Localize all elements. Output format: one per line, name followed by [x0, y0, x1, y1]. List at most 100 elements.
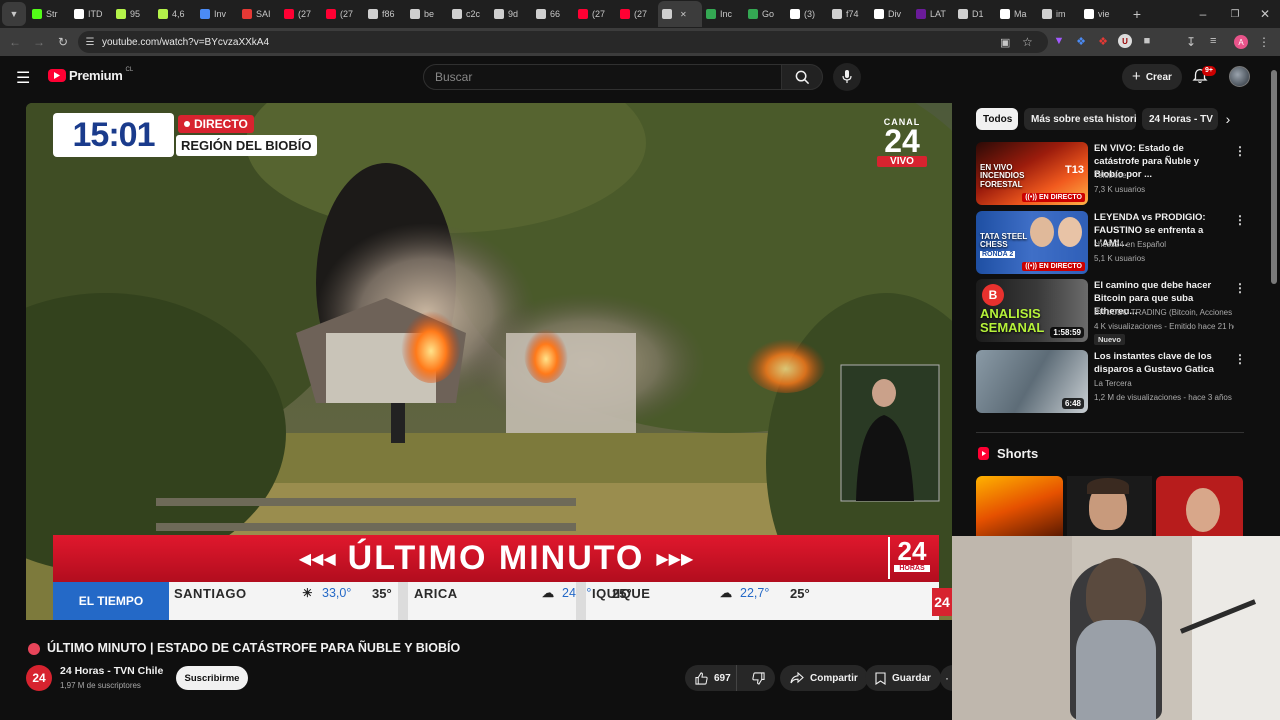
extension-blue-icon[interactable]: ❖	[1074, 35, 1088, 48]
reload-icon[interactable]: ↻	[56, 35, 70, 49]
browser-tab[interactable]: f86	[364, 1, 406, 27]
recommendation-channel[interactable]: La Tercera	[1094, 379, 1234, 388]
browser-tab[interactable]: (27	[616, 1, 658, 27]
site-info-icon[interactable]: ☰	[78, 37, 102, 48]
browser-tab[interactable]: be	[406, 1, 448, 27]
recommendation-card[interactable]: 6:48 Los instantes clave de los disparos …	[976, 350, 1256, 414]
restore-button[interactable]: ❐	[1226, 9, 1244, 20]
browser-tab[interactable]: (27	[574, 1, 616, 27]
tab-search-icon[interactable]: ▼	[2, 2, 26, 26]
bookmark-star-icon[interactable]: ☆	[1022, 35, 1033, 49]
browser-tab-label: vie	[1098, 9, 1110, 19]
media-control-icon[interactable]: ≡	[1210, 35, 1216, 47]
browser-tab[interactable]: f74	[828, 1, 870, 27]
browser-tab[interactable]: 66	[532, 1, 574, 27]
chip-item[interactable]: Más sobre esta historia	[1024, 108, 1136, 130]
browser-tab[interactable]: D1	[954, 1, 996, 27]
install-app-icon[interactable]: ▣	[1000, 36, 1010, 49]
recommendation-card[interactable]: TATA STEEL CHESS RONDA 2 ((•)) EN DIRECTO L…	[976, 211, 1256, 275]
browser-tab[interactable]: (3)	[786, 1, 828, 27]
short-thumb-1[interactable]	[976, 476, 1063, 536]
browser-menu-icon[interactable]: ⋮	[1258, 35, 1270, 49]
recommendation-thumbnail[interactable]: EN VIVO INCENDIOS FORESTAL T13 ((•)) EN DI…	[976, 142, 1088, 205]
short-thumb-2[interactable]	[1067, 476, 1152, 536]
new-tab-button[interactable]: +	[1126, 6, 1148, 22]
forward-icon[interactable]: →	[32, 35, 46, 49]
browser-tab[interactable]: Str	[28, 1, 70, 27]
browser-tab[interactable]: vie	[1080, 1, 1122, 27]
more-options-icon[interactable]: ⋮	[1234, 213, 1246, 227]
browser-tab[interactable]: (27	[322, 1, 364, 27]
like-button[interactable]: 697	[685, 665, 737, 691]
recommendation-channel[interactable]: BITLOBO TRADING (Bitcoin, Acciones for..…	[1094, 308, 1234, 317]
search-input[interactable]: Buscar	[423, 64, 782, 90]
browser-tab[interactable]: Inc	[702, 1, 744, 27]
dislike-button[interactable]	[743, 665, 775, 691]
more-options-icon[interactable]: ⋮	[1234, 281, 1246, 295]
chip-all[interactable]: Todos	[976, 108, 1018, 130]
back-icon[interactable]: ←	[8, 35, 22, 49]
browser-tab[interactable]: LAT	[912, 1, 954, 27]
browser-tab[interactable]: 9d	[490, 1, 532, 27]
weather-city: ARICA	[414, 586, 458, 601]
channel-avatar[interactable]: 24	[26, 665, 52, 691]
recommendation-thumbnail[interactable]: TATA STEEL CHESS RONDA 2 ((•)) EN DIRECTO	[976, 211, 1088, 274]
thumbnail-text: TATA STEEL CHESS	[980, 232, 1028, 250]
recommendation-thumbnail[interactable]: ANALISIS SEMANAL B 1:58:59	[976, 279, 1088, 342]
save-button[interactable]: Guardar	[865, 665, 941, 691]
browser-tab[interactable]: 95	[112, 1, 154, 27]
browser-tab[interactable]: ✕	[658, 1, 702, 27]
recommendation-thumbnail[interactable]: 6:48	[976, 350, 1088, 413]
address-bar[interactable]: ☰ youtube.com/watch?v=BYcvzaXXkA4 ▣ ☆	[78, 31, 1048, 53]
extension-purple-icon[interactable]: ▼	[1052, 35, 1066, 47]
browser-tab[interactable]: im	[1038, 1, 1080, 27]
browser-tab[interactable]: SAI	[238, 1, 280, 27]
youtube-play-icon	[48, 69, 66, 82]
extensions-puzzle-icon[interactable]: ■	[1140, 35, 1154, 47]
short-thumb-3[interactable]	[1156, 476, 1243, 536]
notifications-button[interactable]: 9+	[1192, 66, 1216, 86]
extension-multicolor-icon[interactable]: ❖	[1096, 35, 1110, 48]
canal24-logo: CANAL 24 VIVO	[874, 117, 930, 167]
bookmark-icon	[875, 671, 886, 685]
profile-avatar[interactable]: A	[1234, 35, 1248, 49]
ublock-icon[interactable]: U	[1118, 34, 1132, 48]
page-scrollbar-thumb[interactable]	[1271, 70, 1277, 284]
voice-search-button[interactable]	[833, 63, 861, 91]
browser-tab[interactable]: (27	[280, 1, 322, 27]
chip-item[interactable]: 24 Horas - TV	[1142, 108, 1218, 130]
recommendation-card[interactable]: EN VIVO INCENDIOS FORESTAL T13 ((•)) EN DI…	[976, 142, 1256, 206]
weather-current: 22,7°	[740, 586, 770, 600]
recommendation-channel[interactable]: Teletrece	[1094, 171, 1234, 180]
hamburger-menu-icon[interactable]: ☰	[16, 68, 30, 88]
browser-tab[interactable]: Go	[744, 1, 786, 27]
download-icon[interactable]: ↧	[1186, 35, 1196, 49]
more-options-icon[interactable]: ⋮	[1234, 144, 1246, 158]
browser-tab-label: Go	[762, 9, 775, 19]
video-title: ÚLTIMO MINUTO | ESTADO DE CATÁSTROFE PAR…	[47, 641, 461, 655]
minimize-button[interactable]: –	[1194, 7, 1212, 21]
youtube-logo[interactable]: Premium CL	[48, 67, 133, 83]
browser-tab[interactable]: Ma	[996, 1, 1038, 27]
browser-tab[interactable]: 4,6	[154, 1, 196, 27]
chips-next-icon[interactable]: ›	[1220, 110, 1236, 128]
close-tab-icon[interactable]: ✕	[680, 10, 687, 19]
channel-name[interactable]: 24 Horas - TVN Chile	[60, 665, 163, 677]
close-window-button[interactable]: ✕	[1256, 7, 1274, 21]
shorts-title: Shorts	[997, 446, 1039, 461]
account-avatar[interactable]	[1229, 66, 1250, 87]
more-options-icon[interactable]: ⋮	[1234, 352, 1246, 366]
video-player[interactable]: 15:01 DIRECTO REGIÓN DEL BIOBÍO CANAL 24…	[26, 103, 952, 620]
create-button[interactable]: + Crear	[1122, 64, 1182, 90]
browser-tab-label: c2c	[466, 9, 481, 19]
browser-tab[interactable]: ITD	[70, 1, 112, 27]
subscribe-button[interactable]: Suscribirme	[176, 666, 248, 690]
recommendation-title[interactable]: Los instantes clave de los disparos a Gu…	[1094, 350, 1230, 376]
browser-tab[interactable]: Div	[870, 1, 912, 27]
browser-tab[interactable]: Inv	[196, 1, 238, 27]
recommendation-channel[interactable]: chess24 en Español	[1094, 240, 1234, 249]
browser-tab[interactable]: c2c	[448, 1, 490, 27]
recommendation-card[interactable]: ANALISIS SEMANAL B 1:58:59 El camino que de…	[976, 279, 1256, 345]
search-button[interactable]	[781, 64, 823, 90]
share-button[interactable]: Compartir	[780, 665, 868, 691]
